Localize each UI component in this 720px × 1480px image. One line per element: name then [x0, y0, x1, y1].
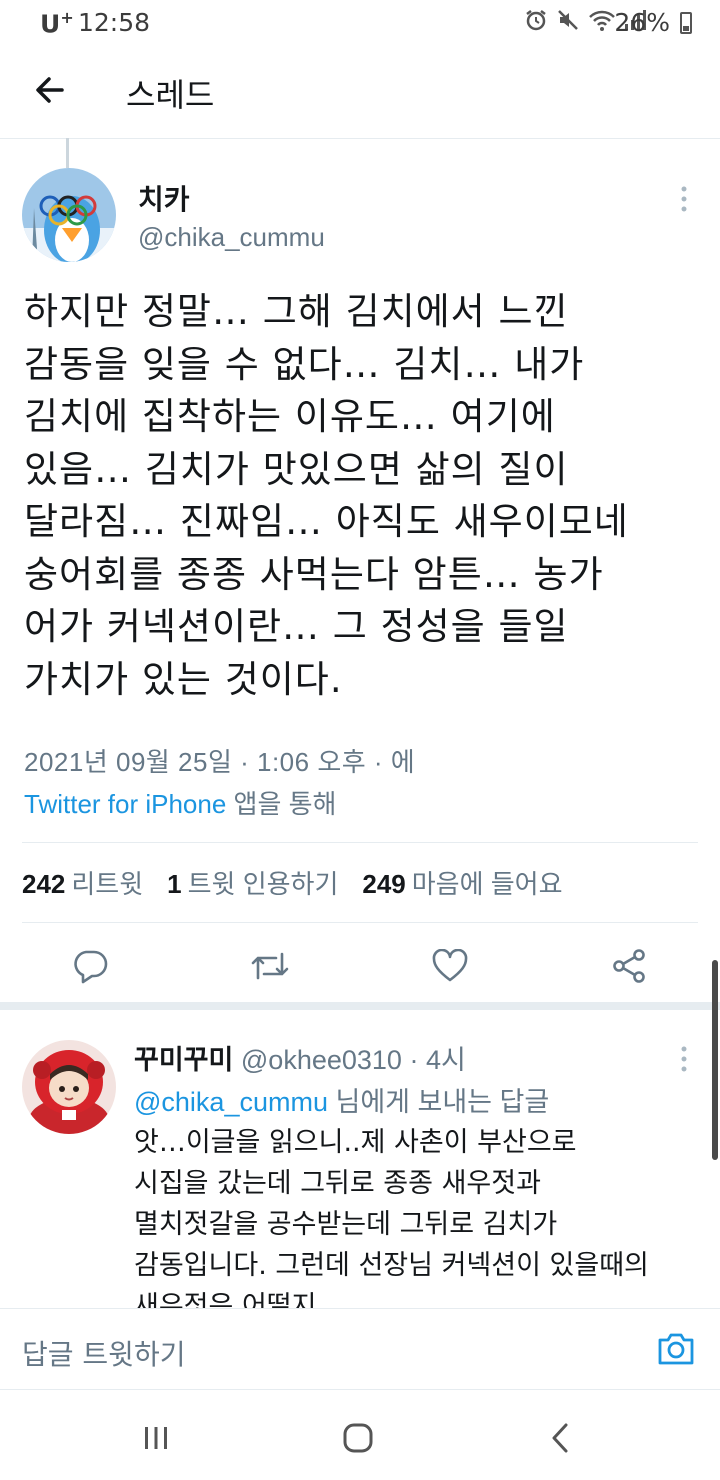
avatar[interactable]	[22, 168, 116, 262]
like-button[interactable]	[422, 938, 478, 994]
likes-stat[interactable]: 249 마음에 들어요	[362, 864, 562, 901]
more-vertical-icon	[681, 186, 687, 212]
reply-header: 꾸미꾸미 @okhee0310 · 4시	[134, 1038, 466, 1077]
like-icon	[432, 949, 468, 982]
reply-time: 4시	[425, 1045, 466, 1075]
reply-author-name[interactable]: 꾸미꾸미	[134, 1045, 233, 1075]
reply-input[interactable]: 답글 트윗하기	[22, 1333, 185, 1373]
back-button[interactable]	[30, 70, 70, 110]
more-vertical-icon	[681, 1046, 687, 1072]
reply-button[interactable]	[62, 938, 118, 994]
wifi-icon	[589, 10, 615, 31]
carrier-label: U+	[40, 8, 74, 39]
back-arrow-icon	[36, 77, 64, 103]
recents-icon	[145, 1427, 167, 1449]
divider	[22, 922, 698, 923]
home-icon	[343, 1423, 373, 1453]
source-suffix: 앱을 통해	[226, 789, 337, 819]
reply-avatar[interactable]	[22, 1040, 116, 1134]
more-options-button[interactable]	[674, 184, 694, 214]
recents-button[interactable]	[132, 1414, 180, 1462]
penguin-avatar-image	[22, 168, 116, 262]
tweet-actions	[0, 938, 720, 994]
camera-icon	[658, 1333, 694, 1365]
mute-icon	[558, 10, 578, 30]
camera-button[interactable]	[656, 1331, 696, 1367]
reply-author-handle[interactable]: @okhee0310	[241, 1045, 402, 1075]
reply-more-options-button[interactable]	[674, 1044, 694, 1074]
share-icon	[613, 949, 645, 983]
quotes-stat[interactable]: 1 트윗 인용하기	[167, 864, 338, 901]
back-icon	[552, 1423, 568, 1453]
nav-back-button[interactable]	[536, 1414, 584, 1462]
battery-percent: 26%	[614, 8, 670, 37]
source-link[interactable]: Twitter for iPhone	[24, 789, 226, 819]
retweet-button[interactable]	[242, 938, 298, 994]
divider	[22, 842, 698, 843]
system-nav-bar	[0, 1392, 720, 1480]
status-time: 12:58	[78, 8, 151, 37]
tweet-text: 하지만 정말… 그해 김치에서 느낀 감동을 잊을 수 없다… 김치… 내가 김…	[24, 290, 629, 701]
author-name[interactable]: 치카	[138, 178, 190, 218]
thread-line	[66, 138, 69, 168]
author-handle[interactable]: @chika_cummu	[138, 222, 325, 253]
share-button[interactable]	[601, 938, 657, 994]
battery-icon	[680, 12, 692, 34]
reply-text: 앗…이글을 읽으니..제 사촌이 부산으로 시집을 갔는데 그뒤로 종종 새우젓…	[134, 1127, 649, 1310]
replying-to: @chika_cummu 님에게 보내는 답글	[134, 1080, 549, 1119]
doll-avatar-image	[22, 1040, 116, 1134]
retweets-stat[interactable]: 242 리트윗	[22, 864, 143, 901]
section-divider	[0, 1002, 720, 1010]
status-bar: U+ 12:58 26%	[0, 0, 720, 46]
retweet-icon	[251, 952, 289, 980]
reply-separator: ·	[401, 1045, 426, 1075]
reply-compose-bar[interactable]: 답글 트윗하기	[0, 1308, 720, 1390]
replying-suffix: 님에게 보내는 답글	[327, 1087, 550, 1117]
reply-icon	[74, 950, 108, 984]
tweet-source: Twitter for iPhone 앱을 통해	[24, 784, 336, 821]
alarm-icon	[526, 10, 546, 31]
tweet-timestamp: 2021년 09월 25일 · 1:06 오후 · 에	[24, 747, 416, 777]
scrollbar[interactable]	[712, 960, 718, 1160]
home-button[interactable]	[334, 1414, 382, 1462]
reply-mention-link[interactable]: @chika_cummu	[134, 1087, 328, 1117]
page-title: 스레드	[126, 76, 215, 114]
tweet-stats: 242 리트윗 1 트윗 인용하기 249 마음에 들어요	[22, 864, 587, 901]
header: 스레드	[0, 46, 720, 139]
